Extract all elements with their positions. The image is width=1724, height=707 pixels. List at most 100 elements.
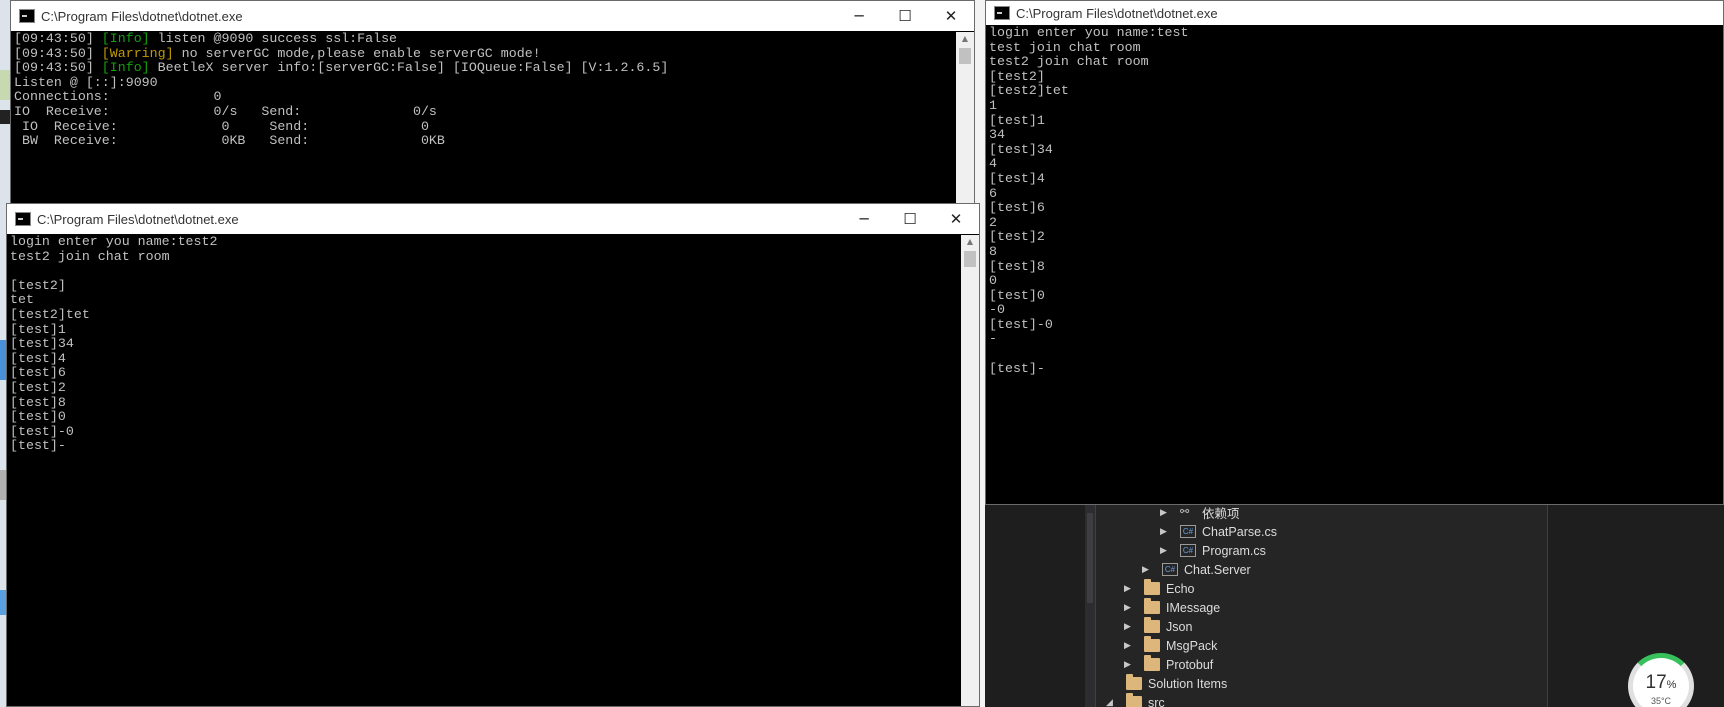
folder-icon — [1126, 674, 1142, 690]
client2-console-window[interactable]: C:\Program Files\dotnet\dotnet.exe ─ ☐ ✕… — [6, 203, 980, 707]
console-line: [09:43:50] [Info] listen @9090 success s… — [14, 32, 956, 47]
console-line: [09:43:50] [Info] BeetleX server info:[s… — [14, 60, 956, 76]
tree-item-imessage[interactable]: ▶ IMessage — [1124, 598, 1220, 617]
title-bar[interactable]: C:\Program Files\dotnet\dotnet.exe ─ ☐ ✕ — [11, 1, 974, 31]
console-line: [test2]tet — [989, 83, 1069, 99]
tree-item-label: Chat.Server — [1184, 562, 1251, 577]
console-line: [test]6 — [10, 365, 66, 381]
minimize-button[interactable]: ─ — [841, 204, 887, 234]
vertical-scrollbar[interactable]: ▲ — [961, 235, 979, 706]
folder-icon — [1144, 636, 1160, 652]
console-line: 8 — [989, 243, 997, 259]
editor-scrollbar[interactable] — [1085, 503, 1095, 707]
dependencies-icon: ⚯ — [1180, 506, 1190, 518]
title-bar[interactable]: C:\Program Files\dotnet\dotnet.exe ─ ☐ ✕ — [7, 204, 979, 234]
tree-item-chatparse[interactable]: ▶ C# ChatParse.cs — [1160, 522, 1277, 541]
console-line: [test]8 — [10, 394, 66, 410]
console-line: [test]1 — [989, 112, 1045, 128]
tree-item-label: MsgPack — [1166, 638, 1218, 653]
tree-item-label: Json — [1166, 619, 1193, 634]
tree-item-msgpack[interactable]: ▶ MsgPack — [1124, 636, 1217, 655]
close-button[interactable]: ✕ — [928, 1, 974, 31]
expand-arrow-icon[interactable]: ▶ — [1124, 583, 1136, 594]
expand-arrow-icon[interactable]: ▶ — [1124, 640, 1136, 651]
console-line: -0 — [989, 302, 1005, 318]
tree-item-solution-items[interactable]: Solution Items — [1126, 674, 1227, 693]
expand-arrow-icon[interactable]: ▶ — [1142, 564, 1154, 575]
tree-item-src[interactable]: ◢ src — [1106, 693, 1165, 707]
console-app-icon — [15, 212, 31, 226]
cpu-percent: 17% — [1645, 672, 1677, 693]
console-output: [09:43:50] [Info] listen @9090 success s… — [11, 32, 956, 204]
title-bar[interactable]: C:\Program Files\dotnet\dotnet.exe — [986, 1, 1723, 25]
vertical-scrollbar[interactable]: ▲ — [956, 32, 974, 204]
console-line: test2 join chat room — [10, 248, 170, 264]
log-message: listen @9090 success ssl:False — [149, 32, 398, 46]
tree-item-program[interactable]: ▶ C# Program.cs — [1160, 541, 1266, 560]
console-line: 34 — [989, 127, 1005, 143]
tree-item-label: Solution Items — [1148, 676, 1228, 691]
scroll-up-icon[interactable]: ▲ — [961, 235, 979, 249]
expand-arrow-icon[interactable]: ▶ — [1160, 526, 1172, 537]
tree-item-label: IMessage — [1166, 600, 1221, 615]
tree-item-label: ChatParse.cs — [1202, 524, 1278, 539]
expand-arrow-icon[interactable]: ▶ — [1124, 602, 1136, 613]
maximize-button[interactable]: ☐ — [882, 1, 928, 31]
console-line: Listen @ [::]:9090 — [14, 75, 956, 91]
console-line: tet — [10, 292, 34, 308]
scroll-thumb[interactable] — [959, 48, 971, 64]
log-message: BW Receive: 0KB Send: 0KB — [14, 133, 445, 149]
tree-item-label: src — [1148, 695, 1165, 707]
tree-item-dependencies[interactable]: ▶ ⚯ 依赖项 — [1160, 503, 1240, 522]
tree-item-protobuf[interactable]: ▶ Protobuf — [1124, 655, 1213, 674]
client1-console-window[interactable]: C:\Program Files\dotnet\dotnet.exe login… — [985, 0, 1724, 505]
console-line: [test]-0 — [989, 316, 1053, 332]
console-line: [test]-0 — [10, 423, 74, 439]
console-line: [test]- — [10, 438, 66, 454]
console-line: [test]2 — [10, 379, 66, 395]
tree-item-chat-server[interactable]: ▶ C# Chat.Server — [1142, 560, 1251, 579]
console-line: [test]34 — [989, 141, 1053, 157]
cpu-temperature: 35°C — [1650, 696, 1672, 706]
tree-item-label: 依赖项 — [1202, 507, 1240, 521]
expand-arrow-icon[interactable]: ▶ — [1160, 507, 1172, 518]
console-output: login enter you name:test test join chat … — [986, 26, 1723, 504]
console-line: [test]4 — [989, 170, 1045, 186]
folder-icon — [1144, 598, 1160, 614]
tree-item-json[interactable]: ▶ Json — [1124, 617, 1192, 636]
scroll-thumb[interactable] — [964, 251, 976, 267]
console-line: 1 — [989, 97, 997, 113]
console-line: test join chat room — [989, 39, 1141, 55]
console-line: [test]8 — [989, 258, 1045, 274]
console-line: Connections: 0 — [14, 90, 956, 105]
close-button[interactable]: ✕ — [933, 204, 979, 234]
console-line: login enter you name:test — [989, 26, 1189, 40]
folder-icon — [1144, 655, 1160, 671]
log-level-tag: [Info] — [101, 32, 150, 46]
scroll-up-icon[interactable]: ▲ — [956, 32, 974, 46]
collapse-arrow-icon[interactable]: ◢ — [1106, 697, 1118, 707]
maximize-button[interactable]: ☐ — [887, 204, 933, 234]
log-level-tag: [Info] — [101, 60, 150, 76]
console-line: - — [989, 331, 997, 347]
console-line: [test]- — [989, 360, 1045, 376]
console-app-icon — [19, 9, 35, 23]
minimize-button[interactable]: ─ — [836, 1, 882, 31]
console-line: 2 — [989, 214, 997, 230]
console-line: [test]6 — [989, 200, 1045, 216]
solution-explorer-panel: ▶ ⚯ 依赖项 ▶ C# ChatParse.cs ▶ C# Program.c… — [985, 503, 1724, 707]
expand-arrow-icon[interactable]: ▶ — [1124, 621, 1136, 632]
server-console-window[interactable]: C:\Program Files\dotnet\dotnet.exe ─ ☐ ✕… — [10, 0, 975, 205]
tree-item-echo[interactable]: ▶ Echo — [1124, 579, 1195, 598]
window-title: C:\Program Files\dotnet\dotnet.exe — [37, 211, 239, 227]
csharp-file-icon: C# — [1180, 525, 1196, 538]
log-message: Connections: 0 — [14, 89, 222, 105]
expand-arrow-icon[interactable]: ▶ — [1160, 545, 1172, 556]
editor-pane — [985, 503, 1085, 707]
expand-arrow-icon[interactable]: ▶ — [1124, 659, 1136, 670]
folder-icon — [1144, 579, 1160, 595]
console-line: [test]1 — [10, 321, 66, 337]
console-line: [test]34 — [10, 336, 74, 352]
solution-tree: ▶ ⚯ 依赖项 ▶ C# ChatParse.cs ▶ C# Program.c… — [1095, 503, 1548, 707]
